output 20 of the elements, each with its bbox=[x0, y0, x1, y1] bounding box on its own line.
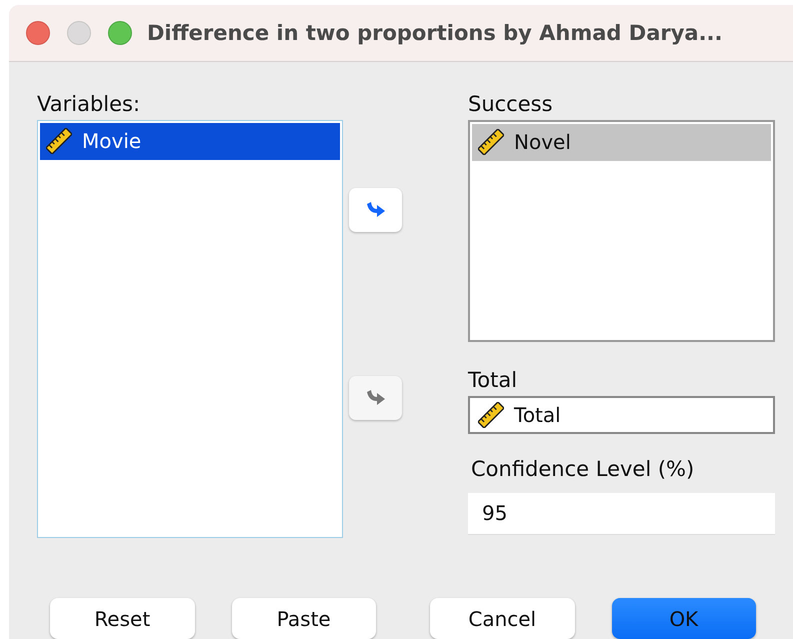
dialog-button[interactable]: OK bbox=[612, 598, 756, 639]
total-label: Total bbox=[468, 366, 518, 394]
arrow-icon bbox=[366, 388, 386, 407]
zoom-button[interactable] bbox=[108, 20, 132, 45]
dialog-button[interactable]: Cancel bbox=[430, 598, 574, 639]
success-label: Success bbox=[468, 90, 554, 118]
dialog-button[interactable]: Paste bbox=[232, 598, 376, 639]
total-field[interactable]: Total bbox=[468, 396, 775, 434]
arrow-icon bbox=[366, 200, 386, 219]
success-list[interactable]: Novel bbox=[468, 120, 775, 342]
dialog-button[interactable]: Reset bbox=[50, 598, 194, 639]
variables-list[interactable]: Movie bbox=[37, 120, 343, 538]
close-button[interactable] bbox=[26, 20, 50, 45]
window-title: Difference in two proportions by Ahmad Darya... bbox=[147, 20, 723, 45]
confidence-field[interactable]: 95 bbox=[468, 492, 775, 535]
list-item[interactable]: Movie bbox=[40, 122, 340, 160]
list-item[interactable]: Novel bbox=[472, 124, 771, 161]
confidence-label: Confidence Level (%) bbox=[470, 456, 696, 483]
variables-label: Variables: bbox=[37, 90, 142, 118]
move-arrow-button[interactable] bbox=[349, 188, 402, 232]
